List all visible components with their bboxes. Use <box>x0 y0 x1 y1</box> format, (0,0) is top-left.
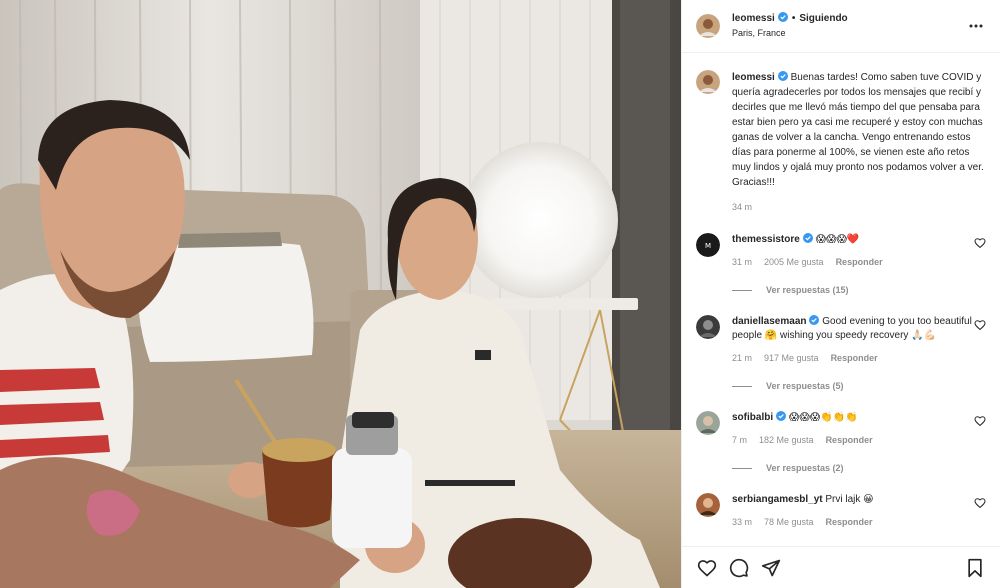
header-meta: leomessi • Siguiendo Paris, France <box>732 12 966 40</box>
bookmark-icon[interactable] <box>964 557 986 579</box>
reply-button[interactable]: Responder <box>826 433 873 447</box>
verified-badge-icon <box>802 233 813 243</box>
reply-button[interactable]: Responder <box>831 351 878 365</box>
caption-avatar[interactable] <box>696 70 720 94</box>
comment-body: daniellasemaan Good evening to you too b… <box>732 315 972 393</box>
view-replies-label: Ver respuestas (2) <box>766 463 844 473</box>
comment-body: serbiangamesbl_yt Prvi lajk 😀 33 m 78 Me… <box>732 493 972 529</box>
post-location[interactable]: Paris, France <box>732 26 966 40</box>
comment-text: Prvi lajk 😀 <box>825 494 874 505</box>
svg-text:M: M <box>705 242 711 250</box>
post-caption: leomessi Buenas tardes! Como saben tuve … <box>696 70 986 215</box>
comment-time[interactable]: 31 m <box>732 255 752 269</box>
verified-badge-icon <box>809 315 820 325</box>
comment-item: serbiangamesbl_yt Prvi lajk 😀 33 m 78 Me… <box>696 493 986 529</box>
verified-badge-icon <box>776 411 787 421</box>
header-separator: • <box>791 13 796 24</box>
comment-body: themessistore 😱😱😱❤️ 31 m 2005 Me gusta R… <box>732 233 972 297</box>
post-side-panel: leomessi • Siguiendo Paris, France leomess… <box>681 0 1000 588</box>
heart-icon[interactable] <box>974 415 986 427</box>
comment-item: daniellasemaan Good evening to you too b… <box>696 315 986 393</box>
comment-actions: 21 m 917 Me gusta Responder <box>732 351 972 365</box>
verified-badge-icon <box>777 12 788 22</box>
comment-item: M themessistore 😱😱😱❤️ 31 m 2005 Me gusta… <box>696 233 986 297</box>
comment-username[interactable]: sofibalbi <box>732 412 773 423</box>
comment-time[interactable]: 7 m <box>732 433 747 447</box>
comment-text: 😱😱😱❤️ <box>815 234 860 245</box>
view-replies-button[interactable]: Ver respuestas (2) <box>732 461 972 475</box>
caption-body: leomessi Buenas tardes! Como saben tuve … <box>732 70 986 215</box>
replies-divider <box>732 467 752 469</box>
reply-button[interactable]: Responder <box>836 255 883 269</box>
view-replies-label: Ver respuestas (15) <box>766 285 849 295</box>
caption-time[interactable]: 34 m <box>732 200 986 215</box>
commenter-avatar[interactable] <box>696 411 720 435</box>
commenter-avatar[interactable] <box>696 493 720 517</box>
comment-actions: 33 m 78 Me gusta Responder <box>732 515 972 529</box>
comment-time[interactable]: 33 m <box>732 515 752 529</box>
comment-likes[interactable]: 182 Me gusta <box>759 433 814 447</box>
commenter-avatar[interactable]: M <box>696 233 720 257</box>
share-icon[interactable] <box>760 557 782 579</box>
view-replies-label: Ver respuestas (5) <box>766 381 844 391</box>
replies-divider <box>732 385 752 387</box>
reply-button[interactable]: Responder <box>826 515 873 529</box>
comment-actions: 7 m 182 Me gusta Responder <box>732 433 972 447</box>
post-header: leomessi • Siguiendo Paris, France <box>682 0 1000 53</box>
view-replies-button[interactable]: Ver respuestas (5) <box>732 379 972 393</box>
author-avatar[interactable] <box>696 14 720 38</box>
comment-icon[interactable] <box>728 557 750 579</box>
post-actions-bar <box>682 546 1000 588</box>
comment-text: 😱😱😱👏👏👏 <box>788 412 858 423</box>
view-replies-button[interactable]: Ver respuestas (15) <box>732 283 972 297</box>
post-photo-illustration <box>0 0 681 588</box>
post-photo[interactable] <box>0 0 681 588</box>
replies-divider <box>732 289 752 291</box>
following-button[interactable]: Siguiendo <box>799 13 847 24</box>
instagram-post-viewer: leomessi • Siguiendo Paris, France leomess… <box>0 0 1000 588</box>
comment-username[interactable]: daniellasemaan <box>732 316 806 327</box>
heart-icon[interactable] <box>974 237 986 249</box>
verified-badge-icon <box>777 71 788 81</box>
comment-likes[interactable]: 917 Me gusta <box>764 351 819 365</box>
caption-text: Buenas tardes! Como saben tuve COVID y q… <box>732 72 984 188</box>
comment-actions: 31 m 2005 Me gusta Responder <box>732 255 972 269</box>
comment-username[interactable]: themessistore <box>732 234 800 245</box>
heart-icon[interactable] <box>696 557 718 579</box>
comment-body: sofibalbi 😱😱😱👏👏👏 7 m 182 Me gusta Respon… <box>732 411 972 475</box>
comment-likes[interactable]: 2005 Me gusta <box>764 255 824 269</box>
commenter-avatar[interactable] <box>696 315 720 339</box>
comment-likes[interactable]: 78 Me gusta <box>764 515 814 529</box>
comment-item: sofibalbi 😱😱😱👏👏👏 7 m 182 Me gusta Respon… <box>696 411 986 475</box>
comments-scroll-area[interactable]: leomessi Buenas tardes! Como saben tuve … <box>682 54 1000 546</box>
heart-icon[interactable] <box>974 497 986 509</box>
caption-username[interactable]: leomessi <box>732 72 775 83</box>
more-dots-icon[interactable] <box>966 16 986 36</box>
comment-time[interactable]: 21 m <box>732 351 752 365</box>
comment-username[interactable]: serbiangamesbl_yt <box>732 494 823 505</box>
author-username[interactable]: leomessi <box>732 13 775 24</box>
heart-icon[interactable] <box>974 319 986 331</box>
